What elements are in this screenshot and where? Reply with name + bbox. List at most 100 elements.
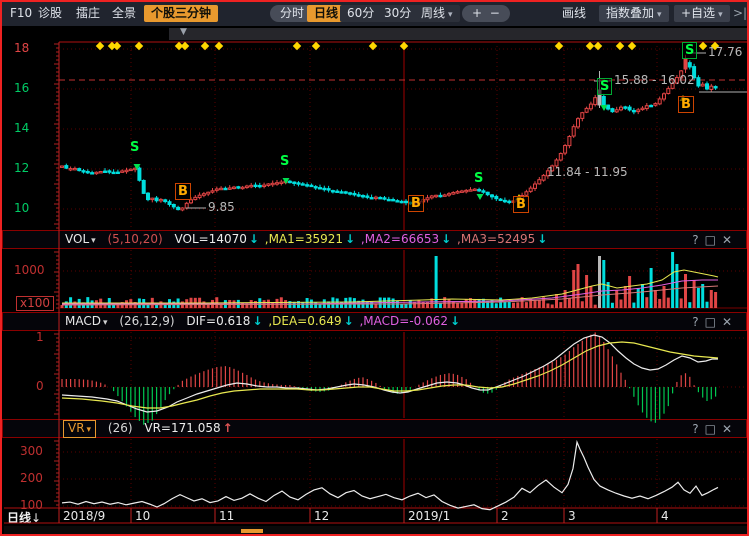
buy-marker: B (678, 96, 694, 113)
event-diamond-icon (96, 42, 104, 50)
candle-body (435, 195, 438, 196)
volume-bar (645, 297, 648, 308)
volume-bar (559, 302, 562, 308)
candle-body (263, 185, 266, 186)
volume-bar (615, 290, 618, 308)
candle-body (258, 185, 261, 186)
macd-y-label: 0 (36, 379, 44, 393)
candle-body (697, 78, 700, 86)
macd-y-label: 1 (36, 330, 44, 344)
candle-body (194, 197, 197, 199)
candle-body (525, 192, 528, 195)
candle-body (112, 172, 115, 173)
candle-body (288, 181, 291, 182)
volume-bar (435, 256, 438, 308)
main-y-label: 18 (14, 41, 52, 55)
candle-body (336, 191, 339, 192)
candle-body (61, 166, 64, 167)
volume-bar (448, 299, 451, 308)
candle-body (387, 199, 390, 200)
candle-body (602, 96, 605, 104)
price-annotation: 15.88 - 16.02 (614, 73, 695, 87)
candle-body (374, 197, 377, 198)
candle-body (706, 84, 709, 89)
candle-body (306, 185, 309, 186)
candle-body (177, 207, 180, 209)
candle-body (624, 107, 627, 108)
candle-body (224, 188, 227, 189)
volume-bar (422, 302, 425, 308)
volume-bar (706, 302, 709, 308)
candle-body (220, 188, 223, 189)
candle-body (104, 171, 107, 172)
candle-body (611, 109, 614, 112)
sell-marker: S (682, 42, 697, 59)
candle-body (577, 119, 580, 127)
volume-bar (207, 305, 210, 308)
volume-bar (714, 292, 717, 308)
candle-body (310, 185, 313, 186)
candle-body (534, 184, 537, 188)
volume-bar (620, 300, 623, 308)
volume-bar (585, 275, 588, 308)
volume-bar (439, 303, 442, 308)
candle-body (482, 191, 485, 192)
candle-body (650, 105, 653, 106)
vr-y-label: 100 (20, 498, 43, 512)
sell-marker: S (130, 140, 139, 155)
x-axis-label: 2019/1 (408, 509, 450, 523)
volume-bar (701, 284, 704, 308)
volume-bar (546, 303, 549, 308)
volume-bar (572, 270, 575, 308)
candle-body (495, 196, 498, 198)
candle-body (370, 198, 373, 199)
volume-bar (392, 298, 395, 308)
volume-bar (581, 301, 584, 308)
candle-body (396, 201, 399, 202)
volume-bar (551, 304, 554, 308)
vr-y-label: 300 (20, 444, 43, 458)
volume-bar (632, 303, 635, 308)
candle-body (202, 194, 205, 196)
candle-body (65, 166, 68, 169)
volume-bar (538, 300, 541, 308)
candle-body (581, 113, 584, 119)
candle-body (233, 187, 236, 188)
candle-body (241, 187, 244, 188)
candle-body (392, 199, 395, 200)
volume-bar (413, 302, 416, 308)
candle-body (508, 201, 511, 202)
candle-body (125, 170, 128, 171)
candle-body (237, 187, 240, 188)
volume-bar (516, 302, 519, 308)
x-axis-label: 2018/9 (63, 509, 105, 523)
volume-bar (598, 256, 601, 308)
candle-body (589, 104, 592, 109)
candle-body (331, 191, 334, 192)
candle-body (379, 197, 382, 198)
candle-body (121, 171, 124, 172)
event-diamond-icon (215, 42, 223, 50)
candle-body (301, 184, 304, 185)
x-axis-label: 10 (135, 509, 150, 523)
candle-body (95, 172, 98, 173)
candle-body (181, 208, 184, 210)
candle-body (628, 107, 631, 110)
volume-bar (658, 299, 661, 308)
candle-body (86, 171, 89, 172)
candle-body (585, 108, 588, 112)
price-annotation: 11.84 - 11.95 (547, 165, 628, 179)
buy-marker: B (175, 183, 191, 200)
candle-body (357, 195, 360, 196)
candle-body (327, 189, 330, 190)
volume-bar (650, 268, 653, 308)
stock-chart-window: F10 诊股 擂庄 全景 个股三分钟 分时 日线 60分 30分 周线▾ + −… (0, 0, 749, 536)
event-diamond-icon (699, 42, 707, 50)
volume-bar (525, 302, 528, 308)
x-axis-label: 4 (661, 509, 669, 523)
candle-body (658, 99, 661, 104)
volume-bar (628, 276, 631, 308)
candle-body (632, 110, 635, 111)
candle-body (688, 63, 691, 67)
volume-bar (589, 286, 592, 308)
